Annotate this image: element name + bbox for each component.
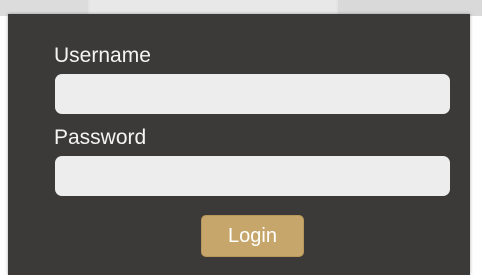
password-label: Password <box>54 126 147 149</box>
username-input[interactable] <box>55 74 450 114</box>
login-panel: Username Password Login <box>8 14 470 275</box>
password-input[interactable] <box>55 156 450 196</box>
login-button[interactable]: Login <box>201 215 304 257</box>
username-label: Username <box>54 44 151 67</box>
